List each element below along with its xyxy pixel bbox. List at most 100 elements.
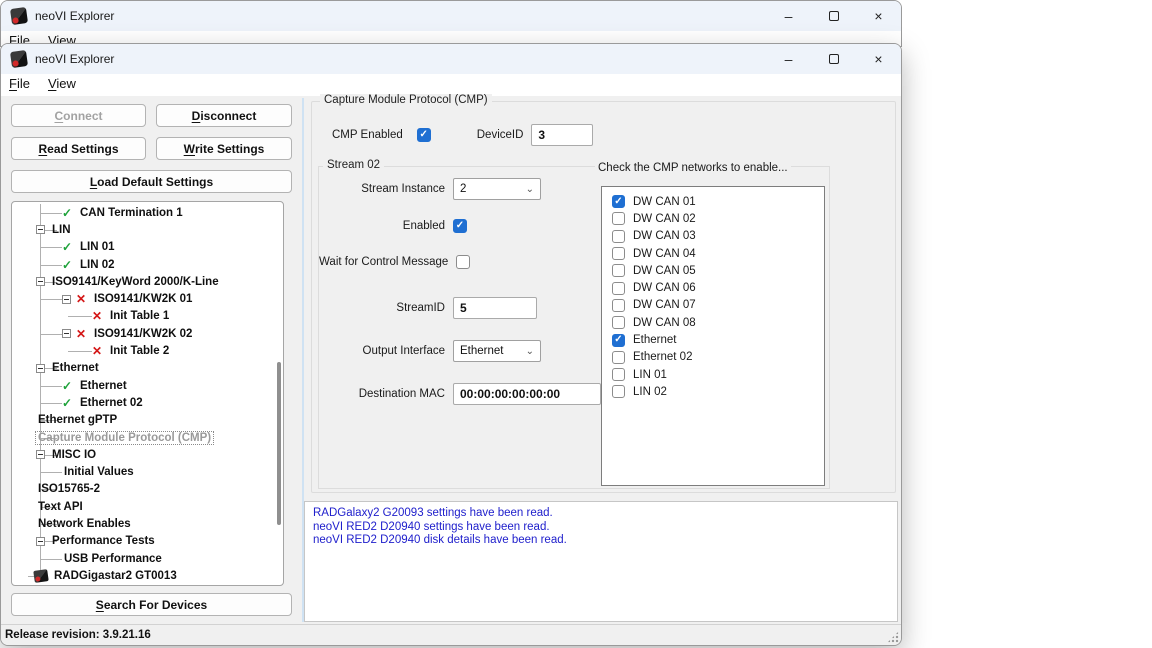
tree-item[interactable]: RADGigastar2 GT0013: [12, 567, 275, 584]
tree-item[interactable]: ✓LIN 01: [12, 239, 275, 256]
tree-item-label: Ethernet: [78, 380, 129, 392]
tree-item[interactable]: Performance Tests: [12, 533, 275, 550]
tree-item[interactable]: ISO15765-2: [12, 481, 275, 498]
network-checkbox[interactable]: [612, 212, 625, 225]
network-list-item[interactable]: DW CAN 07: [602, 297, 824, 314]
network-checkbox[interactable]: [612, 351, 625, 364]
tree-item[interactable]: LIN: [12, 221, 275, 238]
tree-item[interactable]: ✓LIN 02: [12, 256, 275, 273]
wait-for-control-message-checkbox[interactable]: [456, 255, 470, 269]
close-icon[interactable]: ×: [856, 44, 901, 74]
resize-grip[interactable]: [887, 631, 899, 643]
maximize-icon[interactable]: [811, 1, 856, 31]
network-checkbox[interactable]: [612, 368, 625, 381]
network-label: LIN 02: [633, 386, 667, 398]
stream-instance-select[interactable]: 2 ⌄: [453, 178, 541, 200]
network-label: DW CAN 08: [633, 317, 696, 329]
maximize-icon[interactable]: [811, 44, 856, 74]
log-line: neoVI RED2 D20940 disk details have been…: [313, 534, 889, 548]
tree-item[interactable]: ✓CAN Termination 1: [12, 204, 275, 221]
destination-mac-field[interactable]: [453, 383, 601, 405]
network-checkbox[interactable]: [612, 230, 625, 243]
output-interface-select[interactable]: Ethernet ⌄: [453, 340, 541, 362]
close-icon[interactable]: ×: [856, 1, 901, 31]
device-id-field[interactable]: [531, 124, 593, 146]
enabled-checkbox[interactable]: ✓: [453, 219, 467, 233]
tree-scrollbar-thumb[interactable]: [277, 362, 281, 525]
stream-id-field[interactable]: [453, 297, 537, 319]
tree-item-label: CAN Termination 1: [78, 207, 185, 219]
tree-collapse-icon[interactable]: [62, 329, 71, 338]
connect-button[interactable]: Connect: [11, 104, 146, 127]
tree-item[interactable]: USB Performance: [12, 550, 275, 567]
menu-file[interactable]: File: [9, 74, 38, 93]
network-checkbox[interactable]: [612, 385, 625, 398]
log-line: RADGalaxy2 G20093 settings have been rea…: [313, 507, 889, 521]
network-list-item[interactable]: ✓DW CAN 01: [602, 193, 824, 210]
titlebar[interactable]: neoVI Explorer – ×: [1, 44, 901, 74]
tree-item[interactable]: ✕Init Table 1: [12, 308, 275, 325]
tree-item-label: Ethernet 02: [78, 397, 145, 409]
network-list-item[interactable]: LIN 02: [602, 383, 824, 400]
stream-id-label: StreamID: [319, 302, 445, 314]
network-label: DW CAN 05: [633, 265, 696, 277]
disconnect-button[interactable]: Disconnect: [156, 104, 292, 127]
network-checkbox[interactable]: [612, 282, 625, 295]
tree-item[interactable]: ✕Init Table 2: [12, 342, 275, 359]
network-list-item[interactable]: ✓Ethernet: [602, 331, 824, 348]
tree-collapse-icon[interactable]: [36, 537, 45, 546]
tree-item[interactable]: MISC IO: [12, 446, 275, 463]
network-list-item[interactable]: DW CAN 02: [602, 210, 824, 227]
network-checkbox[interactable]: [612, 264, 625, 277]
tree-item-label: Initial Values: [62, 466, 136, 478]
tree-item[interactable]: Ethernet gPTP: [12, 412, 275, 429]
network-list-item[interactable]: DW CAN 05: [602, 262, 824, 279]
tree-item[interactable]: ✕ISO9141/KW2K 02: [12, 325, 275, 342]
write-settings-button[interactable]: Write Settings: [156, 137, 292, 160]
window-title: neoVI Explorer: [35, 52, 114, 66]
network-label: DW CAN 03: [633, 230, 696, 242]
tree-collapse-icon[interactable]: [36, 364, 45, 373]
cross-icon: ✕: [76, 328, 92, 340]
read-settings-button[interactable]: Read Settings: [11, 137, 146, 160]
tree-collapse-icon[interactable]: [36, 225, 45, 234]
network-list-item[interactable]: LIN 01: [602, 366, 824, 383]
tree-item[interactable]: ✓Ethernet: [12, 377, 275, 394]
tree-collapse-icon[interactable]: [36, 450, 45, 459]
menu-view[interactable]: View: [48, 74, 84, 93]
network-list-item[interactable]: DW CAN 08: [602, 314, 824, 331]
network-checkbox[interactable]: [612, 299, 625, 312]
tree-item-label: Ethernet gPTP: [36, 414, 119, 426]
network-list-item[interactable]: DW CAN 06: [602, 279, 824, 296]
tree-item[interactable]: Ethernet: [12, 360, 275, 377]
message-log: RADGalaxy2 G20093 settings have been rea…: [304, 501, 898, 622]
tree-item[interactable]: Text API: [12, 498, 275, 515]
tree-item[interactable]: ISO9141/KeyWord 2000/K-Line: [12, 273, 275, 290]
search-for-devices-button[interactable]: Search For Devices: [11, 593, 292, 616]
network-checkbox[interactable]: [612, 316, 625, 329]
network-checkbox[interactable]: [612, 247, 625, 260]
tree-item-label: Text API: [36, 501, 85, 513]
tree-collapse-icon[interactable]: [62, 295, 71, 304]
maximize-icon: [829, 11, 839, 21]
network-list-item[interactable]: DW CAN 04: [602, 245, 824, 262]
tree-item[interactable]: ✓Ethernet 02: [12, 394, 275, 411]
tree-item[interactable]: Capture Module Protocol (CMP): [12, 429, 275, 446]
tree-item[interactable]: Network Enables: [12, 515, 275, 532]
minimize-icon[interactable]: –: [766, 1, 811, 31]
tree-item-label: MISC IO: [50, 449, 98, 461]
client-area: Connect Disconnect Read Settings Write S…: [1, 96, 901, 624]
minimize-icon[interactable]: –: [766, 44, 811, 74]
tree-item[interactable]: Initial Values: [12, 463, 275, 480]
tree-item[interactable]: ✕ISO9141/KW2K 01: [12, 290, 275, 307]
tree-item-label: Network Enables: [36, 518, 133, 530]
network-checkbox[interactable]: ✓: [612, 195, 625, 208]
network-list-item[interactable]: Ethernet 02: [602, 349, 824, 366]
tree-item-label: USB Performance: [62, 553, 164, 565]
network-checkbox[interactable]: ✓: [612, 334, 625, 347]
titlebar[interactable]: neoVI Explorer – ×: [1, 1, 901, 31]
cmp-enabled-checkbox[interactable]: ✓: [417, 128, 431, 142]
load-default-settings-button[interactable]: Load Default Settings: [11, 170, 292, 193]
network-list-item[interactable]: DW CAN 03: [602, 228, 824, 245]
tree-collapse-icon[interactable]: [36, 277, 45, 286]
